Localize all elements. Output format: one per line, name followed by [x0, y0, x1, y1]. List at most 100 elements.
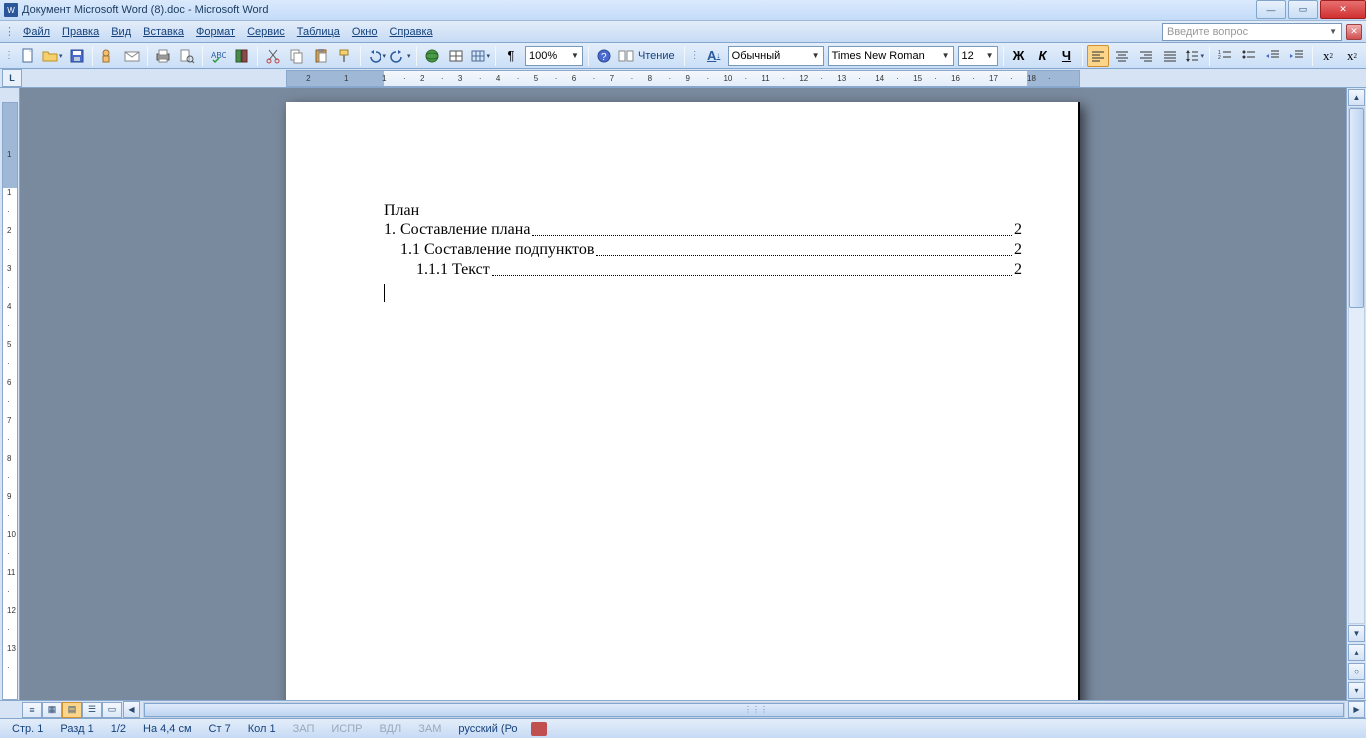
reading-layout-button[interactable]: Чтение — [617, 45, 680, 67]
menu-edit[interactable]: Правка — [56, 24, 105, 40]
style-value: Обычный — [732, 50, 781, 62]
view-buttons-row: ≡ ▦ ▤ ☰ ▭ ◀ ⋮⋮⋮ ▶ — [0, 700, 1366, 718]
spelling-status-icon[interactable] — [531, 722, 547, 736]
bold-button[interactable]: Ж — [1008, 45, 1030, 67]
print-layout-view-button[interactable]: ▤ — [62, 702, 82, 718]
menu-file[interactable]: Файл — [17, 24, 56, 40]
toc-text: 1.1.1 Текст — [416, 260, 490, 280]
close-button[interactable]: ✕ — [1320, 0, 1366, 19]
tab-selector[interactable]: L — [2, 69, 22, 87]
status-rec[interactable]: ЗАП — [285, 723, 324, 735]
scroll-down-button[interactable]: ▼ — [1348, 625, 1365, 642]
status-at[interactable]: На 4,4 см — [135, 723, 201, 735]
toolbar-grip[interactable]: ⋮ — [4, 50, 14, 61]
horizontal-scrollbar[interactable]: ⋮⋮⋮ — [143, 702, 1345, 718]
format-painter-button[interactable] — [334, 45, 356, 67]
status-pages[interactable]: 1/2 — [103, 723, 135, 735]
copy-button[interactable] — [286, 45, 308, 67]
increase-indent-button[interactable] — [1286, 45, 1308, 67]
spelling-button[interactable]: ABC — [207, 45, 229, 67]
vertical-scrollbar[interactable]: ▲ ▼ ▴ ○ ▾ — [1346, 88, 1366, 700]
align-right-button[interactable] — [1135, 45, 1157, 67]
toc-page: 2 — [1014, 260, 1022, 280]
decrease-indent-button[interactable] — [1262, 45, 1284, 67]
paste-button[interactable] — [310, 45, 332, 67]
tables-borders-button[interactable] — [445, 45, 467, 67]
horizontal-ruler[interactable]: 1·2·3·4·5·6·7·8·9·10·11·12·13·14·15·16·1… — [286, 70, 1080, 87]
insert-table-button[interactable]: ▾ — [469, 45, 492, 67]
menu-insert[interactable]: Вставка — [137, 24, 190, 40]
maximize-button[interactable]: ▭ — [1288, 0, 1318, 19]
web-layout-view-button[interactable]: ▦ — [42, 702, 62, 718]
permission-button[interactable] — [97, 45, 119, 67]
outline-view-button[interactable]: ☰ — [82, 702, 102, 718]
status-line[interactable]: Ст 7 — [201, 723, 240, 735]
undo-button[interactable]: ▾ — [365, 45, 388, 67]
minimize-button[interactable]: — — [1256, 0, 1286, 19]
document-area[interactable]: План 1. Составление плана 2 1.1 Составле… — [20, 88, 1346, 700]
print-button[interactable] — [152, 45, 174, 67]
menu-grip[interactable]: ⋮ — [4, 25, 15, 38]
zoom-value: 100% — [529, 50, 557, 62]
bullets-button[interactable] — [1238, 45, 1260, 67]
status-section[interactable]: Разд 1 — [52, 723, 102, 735]
status-page[interactable]: Стр. 1 — [4, 723, 52, 735]
menu-bar: ⋮ Файл Правка Вид Вставка Формат Сервис … — [0, 21, 1366, 43]
line-spacing-button[interactable]: ▾ — [1183, 45, 1206, 67]
redo-button[interactable]: ▾ — [389, 45, 412, 67]
hscroll-left-button[interactable]: ◀ — [123, 701, 140, 718]
menu-view[interactable]: Вид — [105, 24, 137, 40]
menu-table[interactable]: Таблица — [291, 24, 346, 40]
font-size-combo[interactable]: 12 ▼ — [958, 46, 998, 66]
hscroll-right-button[interactable]: ▶ — [1348, 701, 1365, 718]
new-document-button[interactable] — [17, 45, 39, 67]
menu-tools[interactable]: Сервис — [241, 24, 291, 40]
open-button[interactable]: ▾ — [41, 45, 64, 67]
menu-format[interactable]: Формат — [190, 24, 241, 40]
status-ext[interactable]: ВДЛ — [371, 723, 410, 735]
page[interactable]: План 1. Составление плана 2 1.1 Составле… — [286, 102, 1080, 700]
status-trk[interactable]: ИСПР — [323, 723, 371, 735]
scroll-track[interactable] — [1348, 107, 1365, 624]
vertical-ruler[interactable]: 1·2·3·4·5·6·7·8·9·10·11·12·13·1 — [0, 88, 20, 700]
doc-heading: План — [384, 202, 1022, 220]
chevron-down-icon: ▼ — [808, 51, 820, 60]
style-combo[interactable]: Обычный ▼ — [728, 46, 824, 66]
previous-page-button[interactable]: ▴ — [1348, 644, 1365, 661]
scroll-thumb[interactable] — [1349, 108, 1364, 308]
hyperlink-button[interactable] — [421, 45, 443, 67]
doc-close-button[interactable]: ✕ — [1346, 24, 1362, 40]
status-col[interactable]: Кол 1 — [240, 723, 285, 735]
toolbar-grip-2[interactable]: ⋮ — [690, 50, 700, 61]
styles-pane-button[interactable]: A↓ — [703, 45, 725, 67]
superscript-button[interactable]: x2 — [1317, 45, 1339, 67]
help-button[interactable]: ? — [593, 45, 615, 67]
research-button[interactable] — [231, 45, 253, 67]
status-ovr[interactable]: ЗАМ — [410, 723, 450, 735]
print-preview-button[interactable] — [176, 45, 198, 67]
toc-entry: 1.1 Составление подпунктов 2 — [384, 240, 1022, 260]
align-center-button[interactable] — [1111, 45, 1133, 67]
underline-button[interactable]: Ч — [1056, 45, 1078, 67]
align-left-button[interactable] — [1087, 45, 1109, 67]
zoom-combo[interactable]: 100% ▼ — [525, 46, 583, 66]
menu-window[interactable]: Окно — [346, 24, 384, 40]
menu-help[interactable]: Справка — [383, 24, 438, 40]
font-combo[interactable]: Times New Roman ▼ — [828, 46, 954, 66]
next-page-button[interactable]: ▾ — [1348, 682, 1365, 699]
reading-view-button[interactable]: ▭ — [102, 702, 122, 718]
save-button[interactable] — [66, 45, 88, 67]
normal-view-button[interactable]: ≡ — [22, 702, 42, 718]
select-browse-object-button[interactable]: ○ — [1348, 663, 1365, 680]
show-formatting-button[interactable]: ¶ — [500, 45, 522, 67]
numbering-button[interactable]: 12 — [1214, 45, 1236, 67]
status-language[interactable]: русский (Ро — [450, 723, 526, 735]
email-button[interactable] — [121, 45, 143, 67]
cut-button[interactable] — [262, 45, 284, 67]
scroll-up-button[interactable]: ▲ — [1348, 89, 1365, 106]
reading-label: Чтение — [634, 50, 679, 62]
ask-question-box[interactable]: Введите вопрос ▼ — [1162, 23, 1342, 41]
align-justify-button[interactable] — [1159, 45, 1181, 67]
italic-button[interactable]: К — [1032, 45, 1054, 67]
subscript-button[interactable]: x2 — [1341, 45, 1363, 67]
